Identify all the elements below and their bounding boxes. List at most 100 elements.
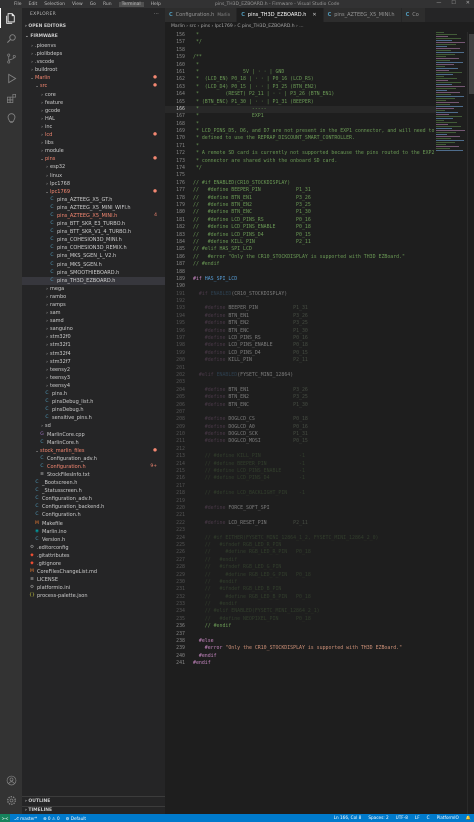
folder-item[interactable]: › rambo (22, 293, 165, 301)
end-of-line[interactable]: LF (415, 815, 420, 821)
folder-item[interactable]: › mega (22, 285, 165, 293)
file-item[interactable]: C _Bootscreen.h (22, 479, 165, 487)
language-mode[interactable]: C (427, 815, 430, 821)
more-actions-icon[interactable]: ··· (154, 8, 159, 22)
file-item[interactable]: Cpins_AZTEEG_X5_GT.h (22, 196, 165, 204)
maximize-icon[interactable]: ☐ (451, 0, 455, 6)
branch-indicator[interactable]: ⎇ master* (14, 816, 37, 821)
file-item[interactable]: Cpins_COHESION3D_MINI.h (22, 236, 165, 244)
menu-item-run[interactable]: Run (103, 2, 112, 7)
scrollbar-thumb[interactable] (469, 34, 474, 94)
open-editors-section[interactable]: › OPEN EDITORS (22, 22, 165, 32)
outline-section[interactable]: › OUTLINE (22, 796, 165, 806)
menu-item-file[interactable]: File (14, 2, 22, 7)
close-tab-icon[interactable]: ✕ (312, 8, 316, 22)
extensions-icon[interactable] (0, 88, 22, 108)
file-item[interactable]: Cpins_BTT_SKR_E3_TURBO.h (22, 220, 165, 228)
file-item[interactable]: Cpins_AZTEEG_X5_MINI_WIFI.h (22, 204, 165, 212)
menu-item-help[interactable]: Help (151, 2, 161, 7)
folder-item[interactable]: › ramps (22, 301, 165, 309)
folder-item[interactable]: › stm32f1 (22, 341, 165, 349)
folder-item[interactable]: › module (22, 147, 165, 155)
folder-item[interactable]: › .pioenvs (22, 42, 165, 50)
profile-indicator[interactable]: ⚙ Default (66, 816, 86, 821)
minimap[interactable] (436, 32, 466, 162)
menu-item-go[interactable]: Go (90, 2, 96, 7)
account-icon[interactable] (0, 770, 22, 790)
file-item[interactable]: {} process-palette.json (22, 592, 165, 600)
menu-item-edit[interactable]: Edit (29, 2, 38, 7)
menu-item-view[interactable]: View (72, 2, 83, 7)
source-control-icon[interactable] (0, 48, 22, 68)
folder-item[interactable]: › gcode (22, 107, 165, 115)
file-item[interactable]: ⚙ platformio.ini (22, 584, 165, 592)
close-icon[interactable]: ✕ (466, 0, 470, 6)
file-item[interactable]: M CoreFilesChangeList.md (22, 568, 165, 576)
file-item[interactable]: Cpins_TH3D_EZBOARD.h (22, 276, 165, 285)
file-item[interactable]: M Makefile (22, 520, 165, 528)
file-item[interactable]: Cpins_BTT_SKR_V1_4_TURBO.h (22, 228, 165, 236)
editor-tab[interactable]: C Configuration.h Marlin (165, 8, 238, 22)
editor-tab[interactable]: Cpins_AZTEEG_X5_MINI.h (323, 8, 402, 22)
file-item[interactable]: CpinsDebug_list.h (22, 398, 165, 406)
file-item[interactable]: C Configuration_adv.h (22, 455, 165, 463)
file-item[interactable]: Cpins_COHESION3D_REMIX.h (22, 244, 165, 252)
folder-item[interactable]: › stm32f7 (22, 358, 165, 366)
run-debug-icon[interactable] (0, 68, 22, 88)
timeline-section[interactable]: › TIMELINE (22, 806, 165, 814)
file-item[interactable]: C Version.h (22, 536, 165, 544)
folder-item[interactable]: › .vscode (22, 58, 165, 66)
folder-item[interactable]: › teensy3 (22, 374, 165, 382)
menu-item-terminal[interactable]: Terminal (118, 1, 144, 7)
remote-indicator[interactable]: >< (0, 814, 10, 822)
file-item[interactable]: C Configuration_backend.h (22, 503, 165, 511)
search-icon[interactable] (0, 28, 22, 48)
file-item[interactable]: C _Statusscreen.h (22, 487, 165, 495)
breadcrumb[interactable]: Marlin › src › pins › lpc1769 › C pins_T… (165, 22, 474, 32)
folder-item[interactable]: ⌄ Marlin ● (22, 74, 165, 82)
workspace-root[interactable]: ⌄ FIRMWARE (22, 32, 165, 42)
folder-item[interactable]: › HAL (22, 115, 165, 123)
folder-item[interactable]: › teensy2 (22, 366, 165, 374)
platformio-icon[interactable] (0, 108, 22, 128)
editor-tab[interactable]: Cpins_TH3D_EZBOARD.h ✕ (237, 8, 324, 22)
file-item[interactable]: ≡ LICENSE (22, 576, 165, 584)
folder-item[interactable]: › lpc1768 (22, 180, 165, 188)
file-item[interactable]: C Configuration_adv.h (22, 495, 165, 503)
menu-item-selection[interactable]: Selection (44, 2, 65, 7)
folder-item[interactable]: › stm32f0 (22, 333, 165, 341)
minimize-icon[interactable]: — (436, 0, 441, 6)
folder-item[interactable]: › linux (22, 172, 165, 180)
folder-item[interactable]: › teensy4 (22, 382, 165, 390)
indentation[interactable]: Spaces: 2 (368, 815, 388, 821)
folder-item[interactable]: ⌄ src ● (22, 82, 165, 90)
folder-item[interactable]: › lcd ● (22, 131, 165, 139)
file-item[interactable]: C Configuration.h 9+ (22, 463, 165, 471)
file-item[interactable]: ⚙ .editorconfig (22, 544, 165, 552)
folder-item[interactable]: › libs (22, 139, 165, 147)
file-item[interactable]: G MarlinCore.cpp (22, 431, 165, 439)
file-item[interactable]: Csensitive_pins.h (22, 414, 165, 422)
folder-item[interactable]: › core (22, 91, 165, 99)
folder-item[interactable]: › samd (22, 317, 165, 325)
folder-item[interactable]: › sd (22, 422, 165, 430)
folder-item[interactable]: › buildroot (22, 66, 165, 74)
problems-indicator[interactable]: ⊗ 0 ⚠ 0 (43, 816, 60, 821)
cursor-position[interactable]: Ln 166, Col 8 (334, 815, 362, 821)
explorer-icon[interactable] (0, 8, 22, 28)
folder-item[interactable]: › sam (22, 309, 165, 317)
vertical-scrollbar[interactable] (467, 32, 474, 814)
file-item[interactable]: ≡ StockFilesInfo.txt (22, 471, 165, 479)
folder-item[interactable]: › stm32f4 (22, 350, 165, 358)
folder-item[interactable]: › .piolibdeps (22, 50, 165, 58)
file-item[interactable]: Cpins_MKS_SGEN_L_V2.h (22, 252, 165, 260)
file-item[interactable]: ◆ .gitattributes (22, 552, 165, 560)
file-item[interactable]: Cpins_AZTEEG_X5_MINI.h 4 (22, 212, 165, 220)
file-item[interactable]: C MarlinCore.h (22, 439, 165, 447)
folder-item[interactable]: ⌄ pins ● (22, 155, 165, 163)
folder-item[interactable]: › sanguino (22, 325, 165, 333)
file-item[interactable]: CpinsDebug.h (22, 406, 165, 414)
file-item[interactable]: Cpins_SMOOTHIEBOARD.h (22, 269, 165, 277)
settings-gear-icon[interactable] (0, 790, 22, 810)
folder-item[interactable]: › esp32 (22, 163, 165, 171)
